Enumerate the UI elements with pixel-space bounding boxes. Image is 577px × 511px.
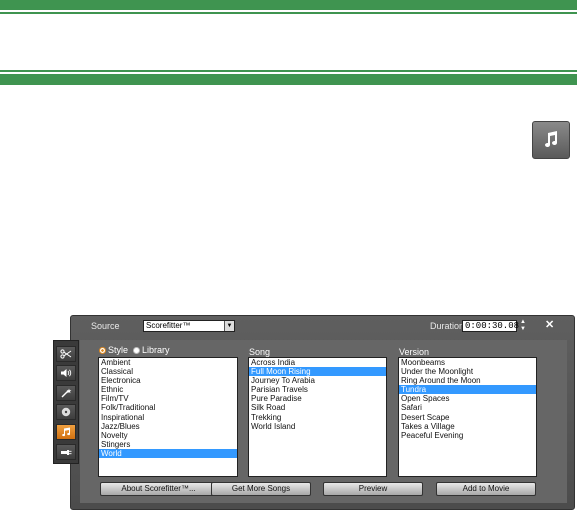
list-item[interactable]: Across India: [249, 358, 386, 367]
mid-green-bar: [0, 74, 577, 85]
list-item[interactable]: Full Moon Rising: [249, 367, 386, 377]
list-item[interactable]: Stingers: [99, 440, 237, 449]
source-dropdown[interactable]: Scorefitter™ ▼: [143, 320, 235, 332]
list-item[interactable]: Silk Road: [249, 403, 386, 412]
scissors-icon: [60, 349, 72, 359]
mode-radio-group: Style Library: [99, 345, 170, 355]
list-item[interactable]: Safari: [399, 403, 536, 412]
list-item[interactable]: Classical: [99, 367, 237, 376]
list-item[interactable]: Parisian Travels: [249, 385, 386, 394]
list-item[interactable]: Open Spaces: [399, 394, 536, 403]
plug-icon: [61, 450, 72, 455]
sidebar-btn-effects[interactable]: [56, 385, 76, 401]
list-item[interactable]: Folk/Traditional: [99, 403, 237, 412]
add-to-movie-button[interactable]: Add to Movie: [436, 482, 536, 496]
music-note-icon: [62, 427, 71, 437]
list-item[interactable]: Under the Moonlight: [399, 367, 536, 376]
style-radio-label: Style: [108, 345, 129, 355]
magic-wand-icon: [61, 388, 72, 398]
list-item[interactable]: Moonbeams: [399, 358, 536, 367]
duration-label: Duration: [430, 321, 465, 331]
list-item[interactable]: Ring Around the Moon: [399, 376, 536, 385]
preview-button[interactable]: Preview: [323, 482, 423, 496]
list-item[interactable]: Peaceful Evening: [399, 431, 536, 440]
source-value: Scorefitter™: [146, 321, 191, 330]
list-item[interactable]: Novelty: [99, 431, 237, 440]
sidebar-btn-scissors[interactable]: [56, 346, 76, 362]
list-item[interactable]: Jazz/Blues: [99, 422, 237, 431]
get-more-songs-button[interactable]: Get More Songs: [211, 482, 311, 496]
page: Source Scorefitter™ ▼ Duration 0:00:30.0…: [0, 0, 577, 511]
disc-icon: [61, 407, 71, 417]
duration-spinner[interactable]: ▲ ▼: [519, 319, 527, 333]
about-scorefitter-button[interactable]: About Scorefitter™...: [100, 482, 217, 496]
sidebar-btn-audio[interactable]: [56, 365, 76, 381]
version-column-header: Version: [399, 347, 430, 357]
list-item[interactable]: Tundra: [399, 385, 536, 395]
style-radio[interactable]: [99, 346, 106, 354]
list-item[interactable]: Ambient: [99, 358, 237, 367]
sidebar-btn-music[interactable]: [56, 424, 76, 440]
duration-field[interactable]: 0:00:30.08: [462, 320, 519, 332]
music-note-icon: [545, 131, 557, 147]
list-item[interactable]: World: [99, 448, 237, 459]
list-item[interactable]: Inspirational: [99, 413, 237, 422]
close-icon[interactable]: ✕: [545, 319, 555, 331]
sidebar-btn-plug[interactable]: [56, 444, 76, 460]
mid-green-line: [0, 70, 577, 72]
music-tile-icon: [532, 121, 570, 159]
source-label: Source: [91, 321, 120, 331]
style-list[interactable]: Ambient Classical Electronica Ethnic Film/TV…: [98, 357, 238, 477]
song-list[interactable]: Across India Full Moon Rising Journey To A…: [248, 357, 387, 477]
list-item[interactable]: Takes a Village: [399, 422, 536, 431]
library-radio-label: Library: [142, 345, 170, 355]
sidebar-btn-disc[interactable]: [56, 404, 76, 420]
list-item[interactable]: Pure Paradise: [249, 394, 386, 403]
list-item[interactable]: World Island: [249, 422, 386, 431]
song-column-header: Song: [249, 347, 271, 357]
speaker-icon: [61, 369, 72, 377]
top-green-line: [0, 12, 577, 14]
top-green-bar: [0, 0, 577, 10]
version-list[interactable]: Moonbeams Under the Moonlight Ring Around …: [398, 357, 537, 477]
list-item[interactable]: Desert Scape: [399, 413, 536, 422]
library-radio[interactable]: [133, 346, 141, 354]
chevron-down-icon[interactable]: ▼: [224, 321, 234, 331]
list-item[interactable]: Ethnic: [99, 385, 237, 394]
list-item[interactable]: Journey To Arabia: [249, 376, 386, 385]
list-item[interactable]: Film/TV: [99, 394, 237, 403]
list-item[interactable]: Electronica: [99, 376, 237, 385]
list-item[interactable]: Trekking: [249, 413, 386, 422]
